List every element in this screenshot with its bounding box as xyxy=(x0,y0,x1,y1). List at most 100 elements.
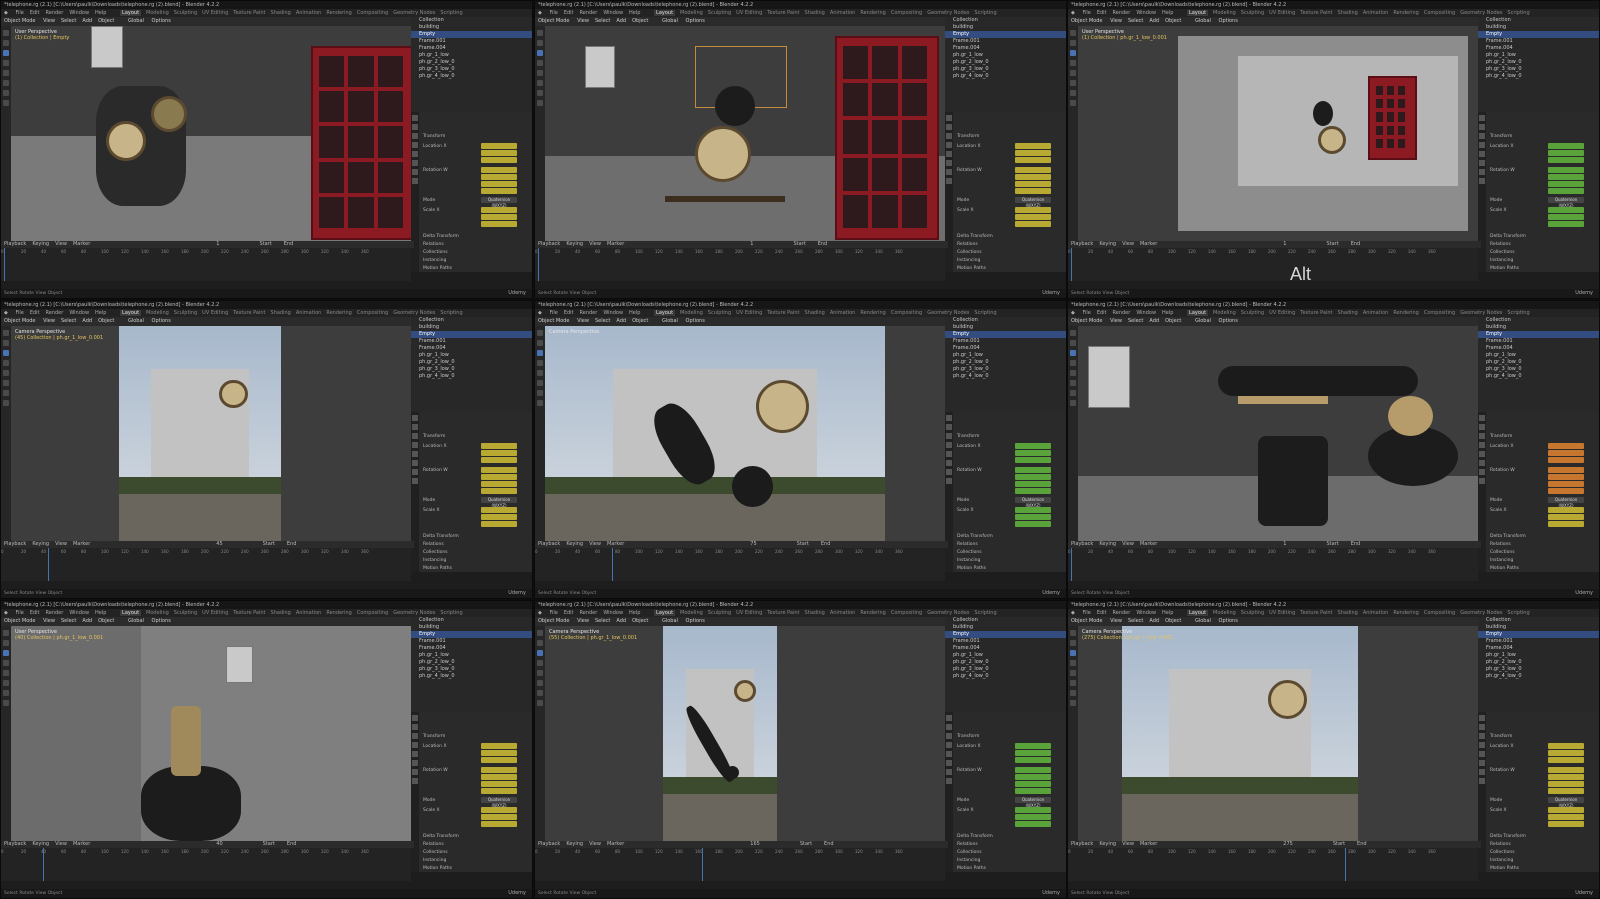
outliner-item[interactable]: building xyxy=(411,324,532,331)
tool-tab-icon[interactable] xyxy=(946,115,952,121)
select-tool-icon[interactable] xyxy=(537,630,543,636)
menu-render[interactable]: Render xyxy=(1113,310,1131,316)
tool-tab-icon[interactable] xyxy=(946,715,952,721)
cursor-tool-icon[interactable] xyxy=(537,640,543,646)
mode-select[interactable]: Object Mode xyxy=(4,18,36,24)
workspace-tab-layout[interactable]: Layout xyxy=(654,610,676,616)
workspace-tab-uv-editing[interactable]: UV Editing xyxy=(736,10,762,16)
scale-tool-icon[interactable] xyxy=(3,70,9,76)
rotation-w-field[interactable] xyxy=(481,167,517,173)
3d-viewport[interactable] xyxy=(545,26,945,241)
scale-z-field[interactable] xyxy=(1548,521,1584,527)
timeline-ruler[interactable]: 0204060801001201401601802002202402602803… xyxy=(1068,548,1478,555)
timeline-menu-view[interactable]: View xyxy=(1122,841,1134,847)
location-z-field[interactable] xyxy=(1015,157,1051,163)
rotation-z-field[interactable] xyxy=(481,188,517,194)
annotate-tool-icon[interactable] xyxy=(3,690,9,696)
location-y-field[interactable] xyxy=(481,150,517,156)
move-tool-icon[interactable] xyxy=(537,650,543,656)
timeline-menu-playback[interactable]: Playback xyxy=(1071,541,1093,547)
outliner-item[interactable]: ph.gr_1_low xyxy=(945,352,1066,359)
material-tab-icon[interactable] xyxy=(946,478,952,484)
workspace-tab-shading[interactable]: Shading xyxy=(271,610,291,616)
menu-render[interactable]: Render xyxy=(1113,610,1131,616)
outliner-item[interactable]: Empty xyxy=(1478,31,1599,38)
viewport-menu-object[interactable]: Object xyxy=(98,618,114,624)
outliner-item[interactable]: ph.gr_4_low_0 xyxy=(1478,373,1599,380)
move-tool-icon[interactable] xyxy=(3,350,9,356)
location-y-field[interactable] xyxy=(481,750,517,756)
scale-x-field[interactable] xyxy=(481,207,517,213)
scale-z-field[interactable] xyxy=(481,521,517,527)
rotation-y-field[interactable] xyxy=(1548,181,1584,187)
timeline-menu-keying[interactable]: Keying xyxy=(1099,541,1116,547)
location-x-field[interactable] xyxy=(1548,443,1584,449)
rotation-x-field[interactable] xyxy=(481,474,517,480)
output-tab-icon[interactable] xyxy=(1479,733,1485,739)
workspace-tab-uv-editing[interactable]: UV Editing xyxy=(1269,310,1295,316)
object-tab-icon[interactable] xyxy=(412,160,418,166)
scale-x-field[interactable] xyxy=(1548,507,1584,513)
options-menu[interactable]: Options xyxy=(1219,18,1238,24)
timeline-editor[interactable]: Playback Keying View Marker 1 Start End 0 20 40 6… xyxy=(1,241,414,281)
measure-tool-icon[interactable] xyxy=(537,100,543,106)
rotation-mode-select[interactable]: Quaternion (WXYZ) xyxy=(481,497,517,508)
outliner-item[interactable]: ph.gr_1_low xyxy=(411,352,532,359)
scale-x-field[interactable] xyxy=(481,807,517,813)
viewport-menu-view[interactable]: View xyxy=(43,18,55,24)
output-tab-icon[interactable] xyxy=(412,733,418,739)
object-tab-icon[interactable] xyxy=(412,760,418,766)
workspace-tab-rendering[interactable]: Rendering xyxy=(1393,310,1419,316)
outliner-item[interactable]: Frame.001 xyxy=(945,638,1066,645)
outliner-item[interactable]: Frame.004 xyxy=(1478,345,1599,352)
workspace-tab-animation[interactable]: Animation xyxy=(296,10,322,16)
rotation-x-field[interactable] xyxy=(1015,474,1051,480)
outliner-item[interactable]: ph.gr_3_low_0 xyxy=(1478,666,1599,673)
rotation-w-field[interactable] xyxy=(1548,467,1584,473)
orientation-select[interactable]: Global xyxy=(1195,318,1211,324)
select-tool-icon[interactable] xyxy=(1070,330,1076,336)
transform-tool-icon[interactable] xyxy=(537,680,543,686)
location-y-field[interactable] xyxy=(1548,450,1584,456)
scale-x-field[interactable] xyxy=(1015,807,1051,813)
timeline-ruler[interactable]: 0204060801001201401601802002202402602803… xyxy=(535,248,945,255)
scale-y-field[interactable] xyxy=(1015,214,1051,220)
workspace-tab-layout[interactable]: Layout xyxy=(654,310,676,316)
rotation-y-field[interactable] xyxy=(481,481,517,487)
timeline-menu-keying[interactable]: Keying xyxy=(1099,241,1116,247)
current-frame-field[interactable]: 275 xyxy=(1283,841,1293,847)
modifier-tab-icon[interactable] xyxy=(946,469,952,475)
annotate-tool-icon[interactable] xyxy=(537,690,543,696)
timeline-editor[interactable]: Playback Keying View Marker 275 Start End 0 20 4… xyxy=(1068,841,1481,881)
modifier-tab-icon[interactable] xyxy=(412,469,418,475)
timeline-ruler[interactable]: 0204060801001201401601802002202402602803… xyxy=(1068,248,1478,255)
outliner-item[interactable]: ph.gr_4_low_0 xyxy=(411,673,532,680)
rotation-w-field[interactable] xyxy=(1015,467,1051,473)
rotation-y-field[interactable] xyxy=(1548,481,1584,487)
cursor-tool-icon[interactable] xyxy=(1070,640,1076,646)
annotate-tool-icon[interactable] xyxy=(1070,390,1076,396)
workspace-tab-animation[interactable]: Animation xyxy=(1363,310,1389,316)
menu-edit[interactable]: Edit xyxy=(1097,310,1107,316)
location-x-field[interactable] xyxy=(1548,143,1584,149)
collections-label[interactable]: Collections xyxy=(423,550,448,555)
timeline-menu-marker[interactable]: Marker xyxy=(1140,241,1157,247)
annotate-tool-icon[interactable] xyxy=(537,90,543,96)
outliner-item[interactable]: ph.gr_3_low_0 xyxy=(411,666,532,673)
playhead[interactable] xyxy=(612,548,613,581)
workspace-tab-geometry-nodes[interactable]: Geometry Nodes xyxy=(927,610,969,616)
world-tab-icon[interactable] xyxy=(946,751,952,757)
viewport-menu-view[interactable]: View xyxy=(577,618,589,624)
menu-help[interactable]: Help xyxy=(95,610,106,616)
viewport-menu-object[interactable]: Object xyxy=(632,618,648,624)
object-tab-icon[interactable] xyxy=(1479,460,1485,466)
motion-paths-label[interactable]: Motion Paths xyxy=(1490,566,1519,571)
workspace-tab-modeling[interactable]: Modeling xyxy=(680,310,703,316)
motion-paths-label[interactable]: Motion Paths xyxy=(423,866,452,871)
viewport-menu-add[interactable]: Add xyxy=(1149,18,1159,24)
viewport-menu-select[interactable]: Select xyxy=(61,18,76,24)
select-tool-icon[interactable] xyxy=(1070,30,1076,36)
workspace-tab-scripting[interactable]: Scripting xyxy=(1507,310,1529,316)
move-tool-icon[interactable] xyxy=(1070,50,1076,56)
location-z-field[interactable] xyxy=(1548,157,1584,163)
